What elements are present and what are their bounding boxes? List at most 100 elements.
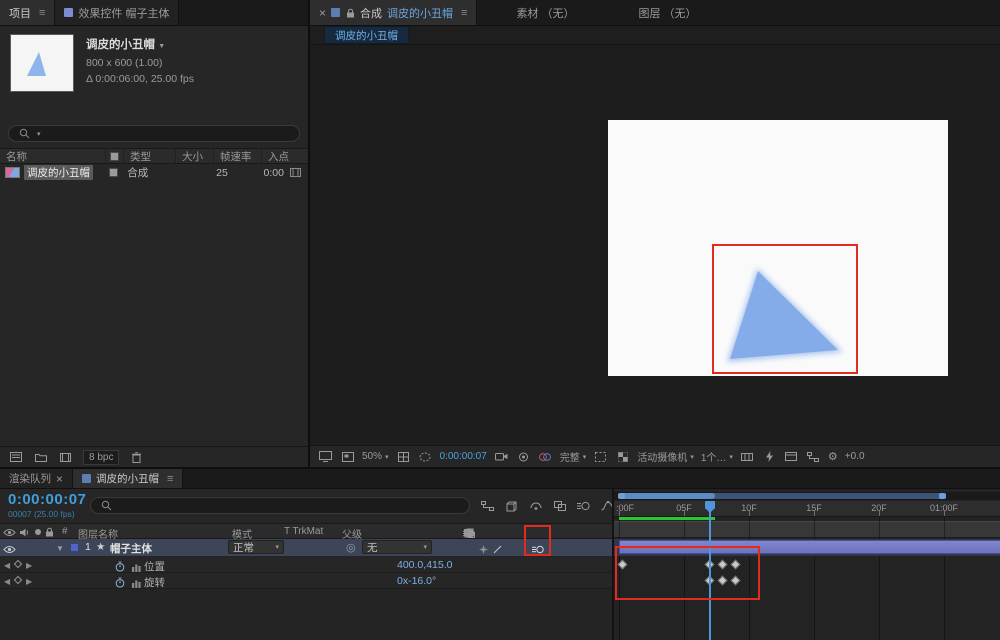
pixel-aspect-icon[interactable] xyxy=(740,450,755,464)
comp-viewer-tab[interactable]: 调皮的小丑帽 xyxy=(324,26,409,44)
navigator-end-handle[interactable] xyxy=(939,493,946,499)
property-value[interactable]: 0x-16.0° xyxy=(397,575,436,587)
view-3d-select[interactable]: 活动摄像机▾ xyxy=(637,449,694,464)
show-snapshot-icon[interactable] xyxy=(516,450,531,464)
comp-current-time[interactable]: 0:00:00:07 xyxy=(440,451,487,462)
row-frame-rate: 25 xyxy=(211,167,258,179)
property-name[interactable]: 位置 xyxy=(144,559,165,574)
main-viewer-icon[interactable] xyxy=(340,450,355,464)
add-keyframe-icon[interactable] xyxy=(14,560,22,568)
shy-icon[interactable] xyxy=(528,499,543,513)
close-icon[interactable]: × xyxy=(319,7,326,19)
mask-visibility-icon[interactable] xyxy=(418,450,433,464)
panel-menu-icon[interactable]: ≡ xyxy=(39,7,45,19)
tab-layer[interactable]: 图层 （无） xyxy=(630,0,706,25)
tab-timeline-comp[interactable]: 调皮的小丑帽 ≡ xyxy=(73,469,183,488)
magnification-select[interactable]: 50%▾ xyxy=(362,451,389,462)
flowchart-icon[interactable] xyxy=(806,450,821,464)
project-search-field[interactable]: ▾ xyxy=(8,125,300,142)
layer-collapse-switch[interactable] xyxy=(476,542,491,556)
next-keyframe-icon[interactable]: ▶ xyxy=(26,561,32,570)
column-label-icon[interactable] xyxy=(106,149,124,163)
show-channels-icon[interactable] xyxy=(538,450,553,464)
always-preview-icon[interactable] xyxy=(318,450,333,464)
tab-render-queue[interactable]: 渲染队列 × xyxy=(0,469,73,488)
tab-project[interactable]: 项目 ≡ xyxy=(0,0,55,25)
lock-icon[interactable] xyxy=(345,6,355,20)
property-row-position[interactable]: ◀ ▶ 位置 400.0,415.0 xyxy=(0,557,612,573)
tab-composition[interactable]: × 合成 调皮的小丑帽 ≡ xyxy=(310,0,477,25)
interpret-footage-icon[interactable] xyxy=(8,450,23,464)
next-keyframe-icon[interactable]: ▶ xyxy=(26,577,32,586)
parent-pickwhip-icon[interactable]: ◎ xyxy=(346,541,356,554)
column-name[interactable]: 名称 xyxy=(0,149,106,163)
current-time-display[interactable]: 0:00:00:07 xyxy=(8,491,86,508)
trash-icon[interactable] xyxy=(129,450,144,464)
timeline-button-icon[interactable] xyxy=(784,450,799,464)
stopwatch-icon[interactable] xyxy=(112,559,127,573)
layer-row[interactable]: ▼ 1 ★ 帽子主体 正常▾ ◎ 无▾ xyxy=(0,539,612,556)
parent-select[interactable]: 无▾ xyxy=(362,540,432,554)
region-of-interest-icon[interactable] xyxy=(593,450,608,464)
panel-menu-icon[interactable]: ≡ xyxy=(461,7,467,19)
exposure-value[interactable]: +0.0 xyxy=(845,451,865,462)
resolution-select[interactable]: 完整▾ xyxy=(560,449,587,464)
column-index[interactable]: # xyxy=(62,526,68,537)
snapshot-camera-icon[interactable] xyxy=(494,450,509,464)
new-folder-icon[interactable] xyxy=(33,450,48,464)
stopwatch-icon[interactable] xyxy=(112,575,127,589)
column-frame-rate[interactable]: 帧速率 xyxy=(214,149,262,163)
layer-quality-switch[interactable] xyxy=(490,542,505,556)
time-navigator[interactable] xyxy=(614,492,1000,500)
layer-name[interactable]: 帽子主体 xyxy=(110,541,152,556)
column-type[interactable]: 类型 xyxy=(124,149,176,163)
graph-include-icon[interactable] xyxy=(128,560,143,574)
grid-guides-icon[interactable] xyxy=(396,450,411,464)
column-size[interactable]: 大小 xyxy=(176,149,214,163)
navigator-start-handle[interactable] xyxy=(618,493,625,499)
add-keyframe-icon[interactable] xyxy=(14,576,22,584)
layer-label-color[interactable] xyxy=(70,543,79,552)
project-table-row[interactable]: 调皮的小丑帽 合成 25 0:00 xyxy=(0,164,308,181)
playhead-handle[interactable] xyxy=(705,501,715,509)
transparency-grid-icon[interactable] xyxy=(615,450,630,464)
viewer-tab-strip: 调皮的小丑帽 xyxy=(310,26,1000,45)
time-ruler[interactable]: :00F 05F 10F 15F 20F 01:00F xyxy=(614,501,1000,517)
property-value[interactable]: 400.0,415.0 xyxy=(397,559,452,571)
search-options-caret[interactable]: ▾ xyxy=(37,130,41,138)
prev-keyframe-icon[interactable]: ◀ xyxy=(4,561,10,570)
row-label-color[interactable] xyxy=(109,168,118,177)
cube-3d-switch-icon[interactable] xyxy=(462,526,476,540)
new-composition-icon[interactable] xyxy=(58,450,73,464)
layer-expander-icon[interactable]: ▼ xyxy=(56,544,64,553)
panel-menu-icon[interactable]: ≡ xyxy=(167,473,173,485)
column-in-point[interactable]: 入点 xyxy=(262,149,308,163)
prev-keyframe-icon[interactable]: ◀ xyxy=(4,577,10,586)
property-name[interactable]: 旋转 xyxy=(144,575,165,590)
tab-footage[interactable]: 素材 （无） xyxy=(507,0,583,25)
close-icon[interactable]: × xyxy=(56,473,63,485)
work-area-bar[interactable] xyxy=(614,521,1000,538)
layer-eye-icon[interactable] xyxy=(2,542,17,556)
bit-depth-button[interactable]: 8 bpc xyxy=(83,450,119,465)
frame-blend-icon[interactable] xyxy=(552,499,567,513)
comp-viewer[interactable] xyxy=(310,46,1000,445)
row-comp-name[interactable]: 调皮的小丑帽 xyxy=(24,165,93,180)
fast-preview-icon[interactable] xyxy=(762,450,777,464)
column-trkmat[interactable]: T TrkMat xyxy=(284,526,323,537)
chevron-down-icon[interactable]: ▼ xyxy=(158,43,165,50)
blend-mode-select[interactable]: 正常▾ xyxy=(228,540,284,554)
exposure-gear-icon[interactable]: ⚙ xyxy=(828,450,838,463)
motion-blur-icon[interactable] xyxy=(576,499,591,513)
comp-thumbnail[interactable] xyxy=(10,34,74,92)
timeline-graph-pane[interactable]: :00F 05F 10F 15F 20F 01:00F xyxy=(612,489,1000,640)
draft-3d-icon[interactable] xyxy=(504,499,519,513)
comp-canvas xyxy=(608,120,948,376)
tab-project-label: 项目 xyxy=(9,5,31,21)
mini-flowchart-icon[interactable] xyxy=(480,499,495,513)
view-layout-select[interactable]: 1个…▾ xyxy=(701,449,733,464)
property-row-rotation[interactable]: ◀ ▶ 旋转 0x-16.0° xyxy=(0,573,612,589)
graph-include-icon[interactable] xyxy=(128,576,143,590)
timeline-search-field[interactable] xyxy=(90,497,470,514)
tab-effect-controls[interactable]: 效果控件 帽子主体 xyxy=(55,0,179,25)
